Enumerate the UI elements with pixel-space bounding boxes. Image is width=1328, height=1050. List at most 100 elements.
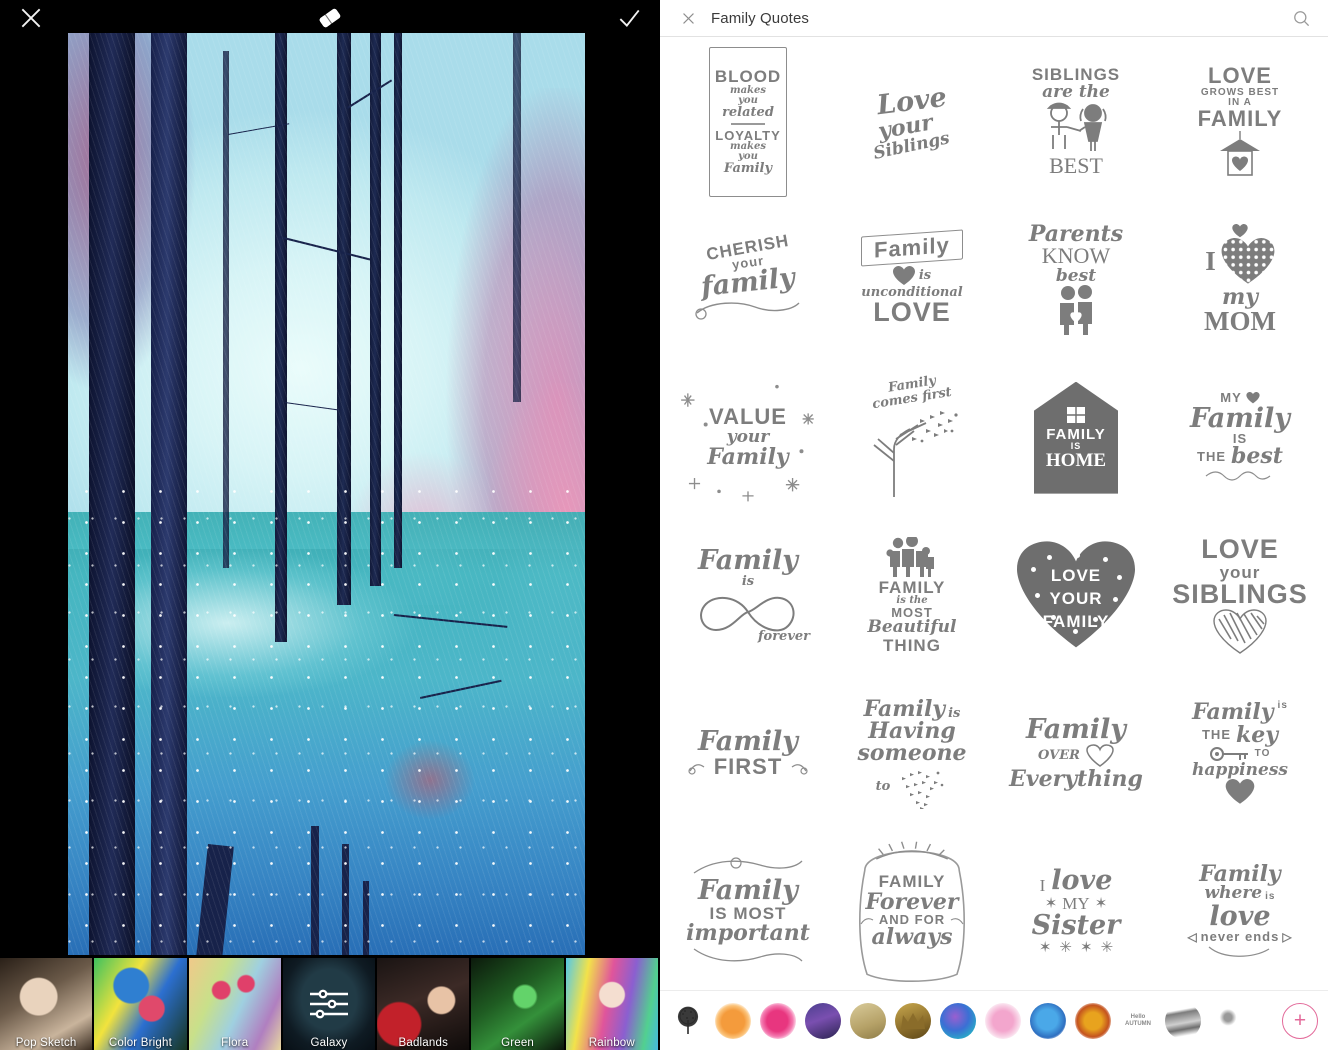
family-people-icon — [886, 536, 934, 577]
sticker-family-first[interactable]: Family FIRST — [666, 674, 830, 832]
sticker-pack-brush[interactable] — [1210, 1002, 1246, 1039]
divider — [730, 123, 766, 125]
sticker-family-is-having-someone[interactable]: Family is Having someone to — [830, 674, 994, 832]
pack-label: Hello AUTUMN — [1125, 1013, 1151, 1027]
confirm-icon[interactable] — [616, 5, 642, 31]
sliders-icon[interactable] — [306, 984, 352, 1024]
sticker-line: HOME — [1045, 450, 1107, 472]
filter-label: Pop Sketch — [15, 1037, 77, 1049]
sticker-love-your-siblings-script[interactable]: Love your Siblings — [830, 43, 994, 201]
sticker-family-most-beautiful-thing[interactable]: FAMILY is the MOST Beautiful THING — [830, 516, 994, 674]
sticker-line: makes you — [730, 84, 766, 106]
sticker-value-your-family[interactable]: VALUE your Family — [666, 359, 830, 517]
sticker-grid[interactable]: BLOOD makes you related LOYALTY makes yo… — [660, 37, 1328, 990]
filter-color-bright[interactable]: Color Bright — [94, 958, 189, 1050]
flourish-icon — [693, 857, 803, 874]
sticker-siblings-are-the-best[interactable]: SIBLINGS are the BEST — [994, 43, 1158, 201]
sticker-line: love — [1209, 900, 1271, 932]
sticker-love-your-siblings-block[interactable]: LOVE your SIBLINGS — [1158, 516, 1322, 674]
sticker-line: key — [1235, 721, 1279, 748]
sticker-cherish-your-family[interactable]: CHERISH your family — [666, 201, 830, 359]
star-icon: ✶ — [1038, 938, 1052, 956]
sticker-line: Family — [698, 545, 798, 577]
photo-canvas[interactable] — [68, 33, 585, 955]
flourish-icon — [688, 764, 705, 775]
sticker-family-over-everything[interactable]: Family OVER Everything — [994, 674, 1158, 832]
sticker-pack-crown[interactable] — [895, 1002, 931, 1039]
sticker-line: I — [1039, 876, 1046, 896]
sticker-line: YOUR — [1049, 588, 1103, 608]
sticker-line: LOYALTY — [715, 127, 781, 143]
hanging-house-icon — [1220, 130, 1260, 176]
sticker-pack-blush[interactable] — [985, 1002, 1021, 1039]
sticker-line: Family — [723, 161, 773, 177]
sticker-line: Family — [863, 695, 946, 722]
star-icon: ✳ — [1100, 938, 1114, 956]
sticker-i-love-my-mom[interactable]: I my MOM — [1158, 201, 1322, 359]
sticker-family-forever-and-for-always[interactable]: FAMILY Forever AND FOR always — [830, 832, 994, 990]
sticker-line: forever — [757, 629, 810, 645]
picker-header: Family Quotes — [660, 0, 1328, 37]
sticker-i-love-my-sister[interactable]: I love ✶ MY ✶ Sister ✶ ✳ ✶ ✳ — [994, 832, 1158, 990]
eraser-icon[interactable] — [310, 4, 350, 32]
search-icon[interactable] — [1292, 9, 1311, 28]
page-title: Family Quotes — [711, 9, 809, 27]
sticker-family-is-home[interactable]: FAMILY IS HOME — [994, 359, 1158, 517]
close-icon[interactable] — [18, 5, 44, 31]
sticker-line: Family — [861, 229, 963, 267]
sticker-pack-pumpkin[interactable] — [715, 1002, 751, 1039]
sticker-love-your-family-heart[interactable]: LOVE YOUR FAMILY — [994, 516, 1158, 674]
sticker-line: Family — [698, 726, 798, 758]
sticker-line: THE — [1201, 727, 1231, 743]
sticker-line: best — [1231, 443, 1283, 470]
sticker-blood-loyalty[interactable]: BLOOD makes you related LOYALTY makes yo… — [666, 43, 830, 201]
app-root: Pop Sketch Color Bright Flora Galaxy Bad… — [0, 0, 1328, 1050]
sticker-line: MOM — [1204, 306, 1276, 337]
filter-label: Galaxy — [310, 1037, 348, 1049]
filter-pop-sketch[interactable]: Pop Sketch — [0, 958, 95, 1050]
sticker-pack-autumn-leaf[interactable] — [1075, 1002, 1111, 1039]
sticker-line: FIRST — [713, 753, 783, 779]
star-icon: ✶ — [1044, 894, 1058, 912]
sticker-line: my — [1221, 283, 1259, 310]
sticker-parents-know-best[interactable]: Parents KNOW best — [994, 201, 1158, 359]
sticker-pack-pink-watercolor[interactable] — [760, 1002, 796, 1039]
sticker-line: KNOW — [1041, 243, 1111, 269]
sticker-pack-carousel[interactable]: Hello AUTUMN + — [660, 990, 1328, 1050]
filter-badlands[interactable]: Badlands — [377, 958, 472, 1050]
sticker-line: is — [918, 268, 932, 284]
sticker-family-where-love-never-ends[interactable]: Family where is love ◁ never ends ▷ — [1158, 832, 1322, 990]
sticker-line: related — [722, 105, 774, 120]
filter-flora[interactable]: Flora — [188, 958, 283, 1050]
sticker-family-is-unconditional-love[interactable]: Family is unconditional LOVE — [830, 201, 994, 359]
sticker-pack-dandelion-tree[interactable] — [670, 1002, 706, 1039]
sticker-family-is-the-key-to-happiness[interactable]: Family is THE key TO happiness — [1158, 674, 1322, 832]
filter-rainbow[interactable]: Rainbow — [565, 958, 660, 1050]
photo-snow-particles — [68, 475, 585, 955]
sticker-love-grows-best-in-a-family[interactable]: LOVE GROWS BEST IN A FAMILY — [1158, 43, 1322, 201]
sticker-pack-galaxy-orb[interactable] — [940, 1002, 976, 1039]
sticker-pack-hello-autumn[interactable]: Hello AUTUMN — [1120, 1002, 1156, 1039]
sticker-pack-hair[interactable] — [805, 1002, 841, 1039]
sticker-pack-feather[interactable] — [1165, 1002, 1201, 1039]
sticker-family-comes-first[interactable]: Family comes first — [830, 359, 994, 517]
close-icon[interactable] — [680, 10, 697, 27]
sticker-family-is-forever[interactable]: Family is forever — [666, 516, 830, 674]
sticker-line: Having — [868, 718, 956, 745]
sticker-pack-hat[interactable] — [850, 1002, 886, 1039]
filter-galaxy[interactable]: Galaxy — [282, 958, 378, 1050]
sticker-my-family-is-the-best[interactable]: MY Family IS THE best — [1158, 359, 1322, 517]
house-shape: FAMILY IS HOME — [1034, 381, 1118, 494]
sticker-line: to — [875, 779, 891, 795]
sticker-line: happiness — [1192, 760, 1288, 781]
sticker-line: SIBLINGS — [1172, 579, 1308, 610]
sticker-pack-blue-splash[interactable] — [1030, 1002, 1066, 1039]
flourish-icon — [1208, 946, 1270, 958]
filter-green[interactable]: Green — [471, 958, 566, 1050]
filter-strip[interactable]: Pop Sketch Color Bright Flora Galaxy Bad… — [0, 958, 660, 1050]
sticker-family-is-most-important[interactable]: Family IS MOST important — [666, 832, 830, 990]
add-sticker-pack-button[interactable]: + — [1282, 1002, 1318, 1039]
heart-icon — [1225, 779, 1255, 805]
sticker-line: I — [1205, 245, 1216, 276]
couple-icon — [1060, 284, 1092, 335]
